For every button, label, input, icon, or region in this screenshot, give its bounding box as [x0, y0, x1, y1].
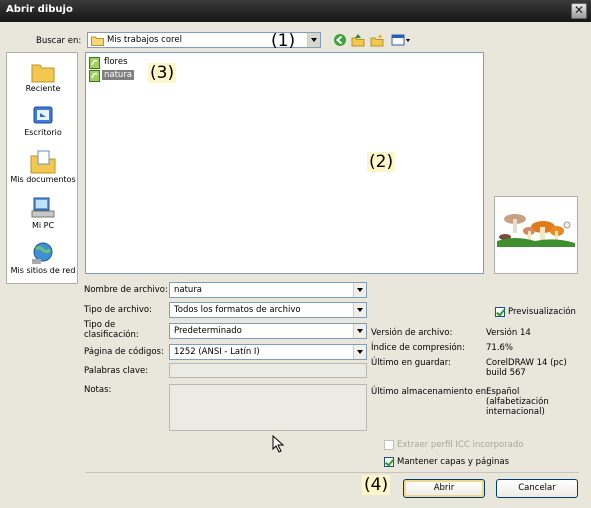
codepage-label: Página de códigos: — [84, 347, 164, 357]
places-bar: Reciente Escritorio Mis documentos Mi PC… — [6, 52, 78, 284]
notes-label: Notas: — [84, 385, 112, 395]
look-in-label: Buscar en: — [36, 36, 82, 46]
chevron-down-icon[interactable] — [353, 283, 366, 297]
extract-icc-label: Extraer perfil ICC incorporado — [397, 440, 524, 450]
filetype-dropdown[interactable]: Todos los formatos de archivo — [169, 302, 367, 318]
keywords-input[interactable] — [169, 363, 367, 378]
filename-input[interactable]: natura — [169, 282, 367, 298]
last-sort-value-line3: internacional) — [486, 407, 545, 417]
version-value: Versión 14 — [486, 328, 531, 338]
cdr-file-icon — [89, 57, 100, 69]
my-documents-icon — [30, 150, 56, 174]
cdr-file-icon — [89, 70, 100, 82]
place-label: Mis documentos — [10, 175, 76, 184]
keywords-label: Palabras clave: — [84, 366, 149, 376]
dialog-title: Abrir dibujo — [6, 4, 73, 15]
callout-1: (1) — [271, 31, 296, 51]
callout-2: (2) — [367, 152, 396, 172]
title-bar[interactable]: Abrir dibujo ✕ — [0, 0, 591, 22]
place-label: Mi PC — [31, 221, 55, 230]
last-saved-value-line1: CorelDRAW 14 (pc) — [486, 358, 567, 368]
last-sort-label: Último almacenamiento en: — [371, 387, 489, 397]
last-saved-value-line2: build 567 — [486, 368, 526, 378]
mouse-cursor-icon — [272, 435, 285, 453]
view-menu-icon[interactable] — [391, 33, 411, 47]
sorttype-label-line1: Tipo de — [84, 320, 116, 330]
last-sort-value-line2: (alfabetización — [486, 397, 549, 407]
place-recent[interactable]: Reciente — [7, 61, 79, 93]
preview-checkbox[interactable] — [495, 307, 505, 317]
sorttype-value: Predeterminado — [174, 326, 242, 336]
filename-label: Nombre de archivo: — [84, 285, 168, 295]
back-icon[interactable] — [333, 33, 347, 47]
close-icon: ✕ — [573, 3, 585, 17]
file-list[interactable]: flores natura — [85, 52, 484, 274]
filename-value: natura — [174, 285, 203, 295]
keep-layers-checkbox[interactable] — [384, 457, 394, 467]
desktop-icon — [33, 106, 53, 124]
sorttype-label-line2: clasificación: — [84, 330, 139, 340]
close-button[interactable]: ✕ — [571, 3, 587, 19]
callout-4: (4) — [362, 475, 391, 495]
folder-icon — [91, 36, 104, 46]
place-desktop[interactable]: Escritorio — [7, 105, 79, 137]
chevron-down-icon[interactable] — [353, 303, 366, 317]
place-my-pc[interactable]: Mi PC — [7, 196, 79, 230]
up-folder-icon[interactable] — [351, 33, 365, 47]
place-label: Escritorio — [24, 128, 62, 137]
codepage-dropdown[interactable]: 1252 (ANSI - Latín I) — [169, 344, 367, 360]
place-network[interactable]: Mis sitios de red — [7, 241, 79, 275]
divider — [85, 472, 579, 473]
preview-thumbnail — [494, 196, 578, 274]
file-name: flores — [104, 57, 128, 67]
cancel-button[interactable]: Cancelar — [496, 479, 578, 498]
new-folder-icon[interactable] — [370, 33, 384, 47]
place-label: Reciente — [25, 84, 61, 93]
recent-folder-icon — [31, 64, 55, 83]
sorttype-dropdown[interactable]: Predeterminado — [169, 323, 367, 339]
chevron-down-icon[interactable] — [307, 33, 320, 47]
last-saved-label: Último en guardar: — [371, 358, 451, 368]
my-computer-icon — [31, 197, 55, 218]
file-name: natura — [102, 70, 135, 80]
notes-input[interactable] — [169, 384, 367, 431]
mushroom-preview-image — [497, 214, 575, 247]
version-label: Versión de archivo: — [371, 328, 453, 338]
filetype-value: Todos los formatos de archivo — [174, 305, 301, 315]
open-button[interactable]: Abrir — [403, 479, 485, 498]
extract-icc-checkbox — [384, 440, 394, 450]
place-label: Mis sitios de red — [10, 266, 76, 275]
look-in-value: Mis trabajos corel — [107, 35, 182, 45]
compression-label: Índice de compresión: — [371, 343, 465, 353]
chevron-down-icon[interactable] — [353, 324, 366, 338]
last-sort-value-line1: Español — [486, 387, 520, 397]
filetype-label: Tipo de archivo: — [84, 305, 152, 315]
open-drawing-dialog: Abrir dibujo ✕ Buscar en: Mis trabajos c… — [0, 0, 591, 508]
callout-3: (3) — [148, 63, 177, 83]
keep-layers-label: Mantener capas y páginas — [397, 457, 510, 467]
preview-label: Previsualización — [508, 307, 576, 317]
compression-value: 71.6% — [486, 343, 514, 353]
place-my-documents[interactable]: Mis documentos — [7, 150, 79, 184]
codepage-value: 1252 (ANSI - Latín I) — [174, 347, 260, 357]
chevron-down-icon[interactable] — [353, 345, 366, 359]
network-places-icon — [32, 242, 53, 264]
